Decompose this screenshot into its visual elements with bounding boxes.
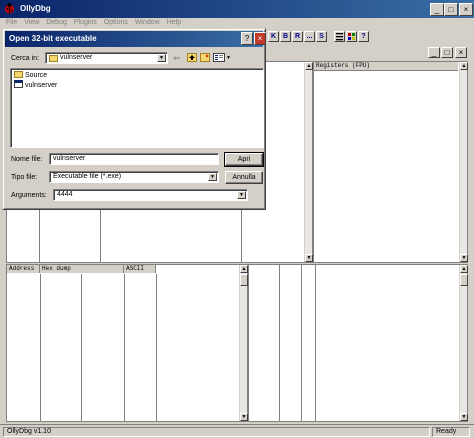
- chevron-down-icon[interactable]: ▼: [237, 191, 246, 199]
- file-name: Source: [25, 72, 48, 79]
- filetype-value: Executable file (*.exe): [53, 173, 122, 180]
- scroll-down-button[interactable]: ▼: [240, 413, 248, 421]
- child-close-button[interactable]: ×: [455, 47, 467, 58]
- menu-window[interactable]: Window: [135, 19, 160, 26]
- minimize-icon: _: [431, 48, 437, 57]
- scroll-down-button[interactable]: ▼: [460, 413, 468, 421]
- menu-options[interactable]: Options: [104, 19, 128, 26]
- toolbar-s-button[interactable]: S: [316, 31, 327, 42]
- close-icon: ×: [463, 5, 469, 14]
- column-divider: [124, 274, 125, 421]
- new-folder-icon[interactable]: [200, 53, 210, 62]
- dialog-title: Open 32-bit executable: [9, 34, 97, 43]
- executable-icon: [14, 80, 23, 89]
- file-list[interactable]: Source vulnserver: [10, 68, 264, 148]
- look-in-value: vulnserver: [60, 54, 93, 61]
- dialog-title-bar: Open 32-bit executable ? ×: [5, 31, 266, 47]
- column-divider: [301, 265, 302, 421]
- cancel-button[interactable]: Annulla: [225, 171, 263, 184]
- registers-header: Registers (FPU): [314, 62, 458, 71]
- back-arrow-icon[interactable]: ⇐: [173, 53, 181, 64]
- minimize-icon: _: [434, 5, 440, 14]
- dump-pane[interactable]: Address Hex dump ASCII ▲ ▼: [6, 264, 248, 422]
- look-in-label: Cerca in:: [11, 55, 40, 62]
- filename-input[interactable]: vulnserver: [49, 153, 219, 165]
- disassembly-scrollbar[interactable]: ▲ ▼: [304, 62, 313, 262]
- chevron-down-icon[interactable]: ▼: [208, 173, 217, 181]
- maximize-button[interactable]: □: [444, 3, 458, 16]
- scroll-up-button[interactable]: ▲: [460, 62, 468, 70]
- menu-view[interactable]: View: [24, 19, 39, 26]
- scroll-down-button[interactable]: ▼: [305, 254, 313, 262]
- registers-scrollbar[interactable]: ▲ ▼: [459, 62, 468, 262]
- main-window-title: OllyDbg: [20, 4, 51, 13]
- view-menu-icon[interactable]: [213, 53, 225, 62]
- filename-label: Nome file:: [11, 156, 43, 163]
- dump-header-address: Address: [7, 265, 40, 273]
- open-button[interactable]: Apri: [224, 152, 264, 167]
- chevron-down-icon[interactable]: ▼: [157, 54, 166, 62]
- close-button[interactable]: ×: [459, 3, 473, 16]
- scroll-up-button[interactable]: ▲: [460, 265, 468, 273]
- toolbar-k-button[interactable]: K: [268, 31, 279, 42]
- toolbar-r-button[interactable]: R: [292, 31, 303, 42]
- menu-debug[interactable]: Debug: [46, 19, 67, 26]
- up-folder-icon[interactable]: [187, 53, 197, 62]
- registers-pane[interactable]: Registers (FPU) ▲ ▼: [313, 61, 468, 263]
- arguments-input[interactable]: 4444 ▼: [53, 189, 248, 201]
- arguments-label: Arguments:: [11, 192, 47, 199]
- folder-icon: [49, 55, 58, 62]
- close-icon: ×: [458, 48, 464, 57]
- help-icon: ?: [361, 33, 366, 40]
- scroll-up-button[interactable]: ▲: [305, 62, 313, 70]
- main-title-bar: OllyDbg _ □ ×: [0, 0, 474, 18]
- list-item-exe[interactable]: vulnserver: [14, 80, 58, 91]
- filetype-dropdown[interactable]: Executable file (*.exe) ▼: [49, 171, 219, 183]
- toolbar-windows-button[interactable]: [346, 31, 357, 42]
- list-icon: [336, 33, 343, 41]
- windows-icon: [348, 33, 355, 40]
- scroll-thumb[interactable]: [460, 274, 468, 286]
- status-state: Ready: [432, 427, 470, 437]
- look-in-dropdown[interactable]: vulnserver ▼: [45, 52, 168, 64]
- child-maximize-button[interactable]: □: [441, 47, 453, 58]
- toolbar-list-button[interactable]: [334, 31, 345, 42]
- dialog-help-button[interactable]: ?: [241, 32, 253, 45]
- child-minimize-button[interactable]: _: [428, 47, 440, 58]
- chevron-down-icon[interactable]: ▼: [226, 55, 231, 61]
- stack-scrollbar[interactable]: ▲ ▼: [459, 265, 468, 421]
- folder-icon: [14, 70, 23, 78]
- filetype-label: Tipo file:: [11, 174, 38, 181]
- close-icon: ×: [257, 34, 263, 43]
- status-version: OllyDbg v1.10: [3, 427, 430, 437]
- dump-header-ascii: ASCII: [124, 265, 156, 273]
- toolbar-help-button[interactable]: ?: [358, 31, 369, 42]
- maximize-icon: □: [444, 48, 450, 57]
- help-icon: ?: [244, 34, 250, 43]
- maximize-icon: □: [448, 5, 454, 14]
- column-divider: [156, 274, 157, 421]
- dump-scrollbar[interactable]: ▲ ▼: [239, 265, 248, 421]
- toolbar-dots-button[interactable]: ...: [304, 31, 315, 42]
- scroll-up-button[interactable]: ▲: [240, 265, 248, 273]
- scroll-thumb[interactable]: [240, 274, 248, 286]
- status-bar: OllyDbg v1.10 Ready: [0, 424, 474, 438]
- ladybug-icon: [4, 3, 15, 14]
- minimize-button[interactable]: _: [430, 3, 444, 16]
- toolbar-b-button[interactable]: B: [280, 31, 291, 42]
- arguments-value: 4444: [57, 191, 73, 198]
- stack-pane[interactable]: ▲ ▼: [248, 264, 468, 422]
- menu-plugins[interactable]: Plugins: [74, 19, 97, 26]
- file-name: vulnserver: [25, 82, 58, 89]
- dump-header-hex: Hex dump: [40, 265, 124, 273]
- dialog-close-button[interactable]: ×: [254, 32, 266, 45]
- column-divider: [81, 274, 82, 421]
- open-executable-dialog: Open 32-bit executable ? × Cerca in: vul…: [2, 28, 266, 210]
- scroll-down-button[interactable]: ▼: [460, 254, 468, 262]
- column-divider: [315, 265, 316, 421]
- column-divider: [40, 274, 41, 421]
- menu-file[interactable]: File: [6, 19, 17, 26]
- menu-help[interactable]: Help: [167, 19, 181, 26]
- column-divider: [279, 265, 280, 421]
